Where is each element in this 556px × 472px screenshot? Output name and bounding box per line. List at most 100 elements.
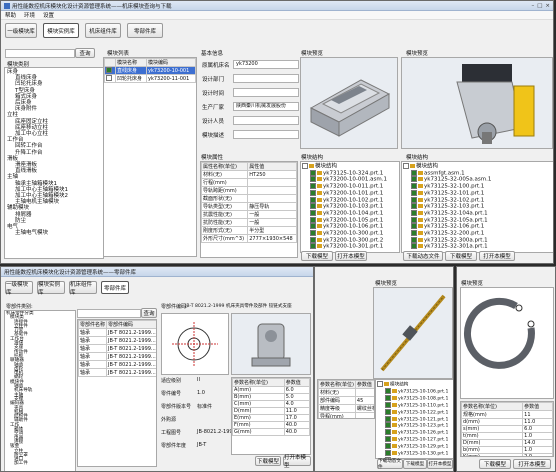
screw-open-button[interactable]: 打开本模型 xyxy=(427,459,453,469)
model-tree-item[interactable]: yk73200-10-300.prt.1 xyxy=(302,230,398,237)
model-tree-item[interactable]: yk73125-10-130.prt.1 xyxy=(377,450,453,457)
checkbox[interactable] xyxy=(385,443,391,450)
checkbox[interactable] xyxy=(310,243,316,250)
minimize-icon[interactable]: – xyxy=(531,3,534,9)
right-preview[interactable] xyxy=(401,57,553,149)
parts-tab-module-lib[interactable]: 一级模块库 xyxy=(5,281,33,296)
row-checkbox[interactable] xyxy=(104,74,117,83)
table-row[interactable]: 凹轮托床身 yk73200-11-001 xyxy=(104,74,196,83)
table-row[interactable]: 导轨跨距(mm) xyxy=(201,186,297,195)
table-row[interactable]: C(mm) 4.0 xyxy=(232,400,310,408)
table-row[interactable]: b(mm) 1.0 xyxy=(461,446,553,454)
checkbox[interactable] xyxy=(411,209,417,216)
checkbox[interactable] xyxy=(411,189,417,196)
checkbox[interactable] xyxy=(385,450,391,457)
table-row[interactable]: 材料(无) xyxy=(318,388,374,397)
model-tree-item[interactable]: yk73125-10-121.prt.1 xyxy=(377,415,453,423)
table-row[interactable]: 精度等级 螺纹丝杠 xyxy=(318,404,374,413)
model-tree-item[interactable]: yk73125-10-123.prt.1 xyxy=(377,422,453,429)
right-open-button[interactable]: 打开本模型 xyxy=(479,251,515,261)
close-icon[interactable]: × xyxy=(545,3,550,9)
checkbox[interactable] xyxy=(385,408,391,415)
right-download-button[interactable]: 下载模型 xyxy=(445,251,477,261)
parts-download-button[interactable]: 下载模型 xyxy=(255,456,281,466)
menu-help[interactable]: 帮助 xyxy=(5,11,16,19)
model-tree-item[interactable]: yk73200-10-301.prt.1 xyxy=(302,243,398,250)
model-tree-item[interactable]: yk73125-10-129.prt.1 xyxy=(377,443,453,450)
checkbox[interactable] xyxy=(411,169,417,176)
tree-item[interactable]: 加工件 xyxy=(6,461,74,466)
checkbox[interactable] xyxy=(310,203,316,210)
model-tree-item[interactable]: yk73200-10-001.asm.1 xyxy=(302,176,398,183)
model-tree-item[interactable]: yk73125-32-200.prt.1 xyxy=(403,230,553,237)
table-row[interactable]: 直线床身 yk73200-10-001 xyxy=(104,66,196,75)
left-preview[interactable] xyxy=(300,57,398,149)
info-field[interactable] xyxy=(233,88,299,97)
model-tree-item[interactable]: yk73200-10-300.prt.2 xyxy=(302,236,398,244)
tab-module-lib[interactable]: 一级模块库 xyxy=(5,23,37,38)
checkbox[interactable] xyxy=(310,169,316,176)
parts-search-input[interactable] xyxy=(77,309,141,318)
table-row[interactable]: 轴承 JB-T 8021.2-1999... xyxy=(78,336,156,345)
model-tree-item[interactable]: yk73125-32-100.prt.1 xyxy=(403,183,553,190)
menu-settings[interactable]: 设置 xyxy=(43,11,54,19)
checkbox[interactable] xyxy=(411,196,417,203)
search-button[interactable]: 查询 xyxy=(75,48,95,58)
info-field[interactable] xyxy=(233,130,299,139)
table-row[interactable]: d(mm) 11.0 xyxy=(461,418,553,426)
tab-instance-lib[interactable]: 模块实例库 xyxy=(43,23,79,38)
screw-render[interactable] xyxy=(373,287,453,379)
model-tree-item[interactable]: yk73125-10-127.prt.1 xyxy=(377,436,453,443)
checkbox[interactable] xyxy=(411,223,417,230)
table-row[interactable]: 导轨类型(无) 静压导轨 xyxy=(201,202,297,211)
parts-search-button[interactable]: 查询 xyxy=(141,308,157,318)
checkbox[interactable] xyxy=(385,436,391,443)
model-tree-item[interactable]: yk73125-10-122.prt.1 xyxy=(377,408,453,416)
table-row[interactable]: t(mm) 1.0 xyxy=(461,432,553,440)
info-field[interactable]: 陕西秦川机械发展股份 xyxy=(233,102,299,111)
model-tree-item[interactable]: yk73125-10-108.prt.1 xyxy=(377,394,453,402)
model-tree-item[interactable]: yk73125-10-110.prt.1 xyxy=(377,401,453,409)
parts-open-button[interactable]: 打开本模型 xyxy=(283,455,311,469)
checkbox[interactable] xyxy=(411,243,417,250)
model-tree-item[interactable]: yk73200-10-102.prt.1 xyxy=(302,196,398,204)
table-row[interactable]: 材料(无) HT250 xyxy=(201,170,297,179)
model-tree-item[interactable]: 模块结构 xyxy=(377,381,453,388)
checkbox[interactable] xyxy=(411,236,417,243)
table-row[interactable]: 刚度形式(无) 半分型 xyxy=(201,226,297,235)
checkbox[interactable] xyxy=(403,163,409,169)
table-row[interactable]: 轴承 JB-T 8021.2-1999... xyxy=(78,352,156,361)
checkbox[interactable] xyxy=(302,163,308,169)
model-tree-item[interactable]: 模块结构 xyxy=(403,163,553,170)
checkbox[interactable] xyxy=(411,203,417,210)
checkbox[interactable] xyxy=(310,236,316,243)
info-field[interactable] xyxy=(233,116,299,125)
model-tree-item[interactable]: yk73125-10-106.prt.1 xyxy=(377,387,453,395)
part-drawing[interactable] xyxy=(161,313,229,375)
checkbox[interactable] xyxy=(385,415,391,422)
checkbox[interactable] xyxy=(385,429,391,436)
table-row[interactable]: 轴承 JB-T 8021.2-1999... xyxy=(78,368,156,377)
table-row[interactable]: 轴承 JB-T 8021.2-1999... xyxy=(78,328,156,337)
left-download-button[interactable]: 下载模型 xyxy=(301,251,333,261)
tab-parts-lib[interactable]: 零部件库 xyxy=(127,23,163,38)
model-tree-item[interactable]: 模块结构 xyxy=(302,163,398,170)
window-controls[interactable]: – □ × xyxy=(531,3,550,9)
table-row[interactable]: s(mm) 6.0 xyxy=(461,425,553,433)
table-row[interactable]: 外形尺寸(mm^3) 2777×1930×548 xyxy=(201,234,297,243)
model-tree-item[interactable]: yk73125-32-101.prt.1 xyxy=(403,189,553,197)
model-tree-item[interactable]: yk73125-32-102.prt.1 xyxy=(403,196,553,204)
table-row[interactable]: 规格(mm) 11 xyxy=(461,410,553,419)
table-row[interactable]: E(mm) 17.0 xyxy=(232,414,310,422)
model-tree-item[interactable]: yk73200-10-106.prt.1 xyxy=(302,223,398,230)
checkbox[interactable] xyxy=(385,394,391,401)
parts-tab-parts-lib[interactable]: 零部件库 xyxy=(101,281,129,294)
model-tree-item[interactable]: yk73125-10-324.prt.1 xyxy=(302,169,398,177)
parts-tab-instance-lib[interactable]: 模块实例库 xyxy=(37,281,65,296)
table-row[interactable]: 抗震性能(无) 一般 xyxy=(201,210,297,219)
model-tree-item[interactable]: yk73125-32-105a.prt.1 xyxy=(403,216,553,224)
checkbox[interactable] xyxy=(310,196,316,203)
model-tree-item[interactable]: yk73125-32-300a.prt.1 xyxy=(403,236,553,244)
table-row[interactable]: F(mm) 40.0 xyxy=(232,421,310,429)
model-tree-item[interactable]: yk73125-32-103.prt.1 xyxy=(403,203,553,210)
